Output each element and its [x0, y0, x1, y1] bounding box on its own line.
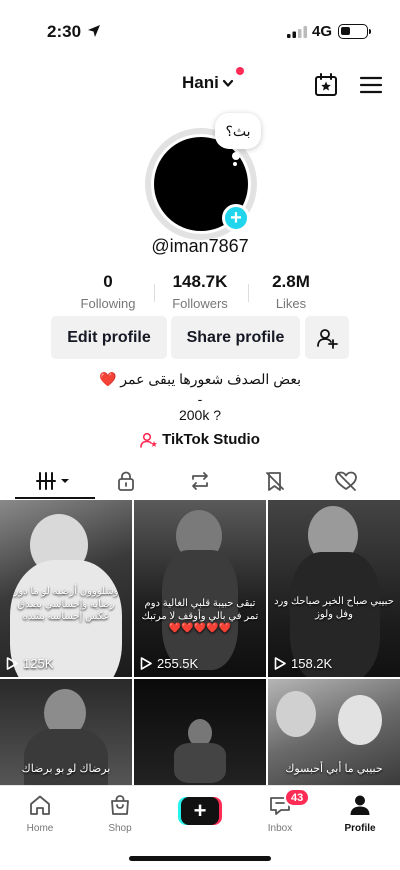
menu-icon[interactable] — [358, 72, 384, 98]
notification-dot — [235, 67, 244, 75]
profile-handle: @iman7867 — [151, 236, 249, 256]
tab-liked[interactable] — [322, 466, 372, 499]
plus-icon: + — [181, 797, 219, 825]
stat-likes[interactable]: 2.8M Likes — [246, 272, 336, 311]
nav-home-label: Home — [26, 823, 54, 834]
network-type: 4G — [312, 23, 333, 40]
signal-icon — [287, 26, 307, 38]
video-caption: وشلووون أرضيه لو ما دور رضايه وإحساسي بص… — [13, 586, 119, 622]
profile-header: Hani — [0, 62, 400, 108]
stat-following-label: Following — [80, 296, 136, 311]
video-thumbnail[interactable]: وشلووون أرضيه لو ما دور رضايه وإحساسي بص… — [0, 500, 132, 677]
nav-profile[interactable]: Profile — [328, 794, 392, 834]
bubble-tail — [232, 152, 240, 160]
edit-profile-button[interactable]: Edit profile — [51, 316, 167, 359]
hidden-heart-icon — [335, 471, 357, 491]
stat-followers[interactable]: 148.7K Followers — [155, 272, 245, 311]
shopping-bag-icon — [111, 795, 129, 815]
profile-icon — [350, 795, 370, 815]
share-profile-label: Share profile — [186, 328, 285, 346]
nav-inbox-label: Inbox — [267, 823, 293, 834]
home-icon — [30, 795, 50, 815]
video-thumbnail[interactable]: حبيبي ما أبي أحبسوك — [268, 679, 400, 785]
create-button[interactable]: + — [178, 797, 222, 825]
lock-icon — [118, 471, 134, 491]
repost-icon — [192, 472, 208, 490]
play-icon — [140, 657, 152, 670]
note-bubble-text: بث؟ — [225, 122, 251, 139]
stat-followers-value: 148.7K — [172, 272, 228, 291]
video-views: 158.2K — [274, 656, 332, 671]
video-caption: برضاك لو بو برضاك — [21, 763, 111, 775]
add-user-icon — [317, 328, 338, 349]
studio-user-icon — [140, 432, 158, 448]
video-views: 255.5K — [140, 656, 198, 671]
video-caption: تبقى حبيبة قلبي الغالية دوم تمر في بالي … — [141, 598, 259, 634]
videos-grid-icon — [36, 472, 69, 490]
bubble-tail-small — [233, 162, 237, 166]
tiktok-studio-label: TikTok Studio — [162, 431, 260, 448]
account-switcher[interactable]: Hani — [182, 67, 244, 93]
video-thumbnail[interactable]: حبيبي صباح الخير صباحك ورد وفل ولوز 158.… — [268, 500, 400, 677]
profile-stats: 0 Following 148.7K Followers 2.8M Likes — [0, 272, 400, 312]
bio-line-3: 200k ? — [178, 407, 222, 423]
stat-following[interactable]: 0 Following — [63, 272, 153, 311]
nav-home[interactable]: Home — [8, 794, 72, 834]
home-indicator — [129, 856, 271, 861]
note-bubble[interactable]: بث؟ — [215, 113, 261, 149]
stat-likes-label: Likes — [275, 296, 307, 311]
stat-followers-label: Followers — [172, 296, 228, 311]
stat-following-value: 0 — [103, 272, 113, 291]
inbox-badge: 43 — [284, 788, 311, 807]
header-username: Hani — [182, 73, 219, 92]
tab-favorites[interactable] — [250, 466, 300, 499]
video-views-count: 125K — [23, 656, 54, 671]
play-icon — [274, 657, 286, 670]
video-thumbnail[interactable] — [134, 679, 266, 785]
tab-active-indicator — [15, 497, 95, 499]
stat-likes-value: 2.8M — [272, 272, 310, 291]
nav-profile-label: Profile — [344, 823, 376, 834]
tab-private[interactable] — [101, 466, 151, 499]
location-arrow-icon — [88, 25, 100, 37]
bio-line-2: - — [197, 391, 203, 407]
add-friends-button[interactable] — [305, 316, 349, 359]
status-bar: 2:30 4G — [0, 0, 400, 62]
nav-inbox[interactable]: Inbox 43 — [248, 788, 312, 834]
hidden-bookmark-icon — [266, 472, 284, 491]
chevron-down-icon — [222, 79, 233, 87]
calendar-star-icon[interactable] — [313, 72, 339, 98]
status-time: 2:30 — [47, 22, 82, 41]
profile-tabs — [0, 466, 400, 499]
video-views-count: 255.5K — [157, 656, 199, 671]
tab-videos[interactable] — [30, 466, 80, 499]
video-thumbnail[interactable]: تبقى حبيبة قلبي الغالية دوم تمر في بالي … — [134, 500, 266, 677]
video-views: 125K — [6, 656, 53, 671]
add-photo-plus-icon[interactable]: + — [222, 204, 250, 232]
share-profile-button[interactable]: Share profile — [171, 316, 300, 359]
nav-shop-label: Shop — [108, 823, 132, 834]
battery-icon — [338, 24, 371, 39]
tiktok-studio-link[interactable]: TikTok Studio — [0, 431, 400, 448]
edit-profile-label: Edit profile — [67, 328, 151, 346]
video-caption: حبيبي ما أبي أحبسوك — [285, 763, 383, 775]
bio-line-1: بعض الصدف شعورها يبقى عمر ❤️ — [98, 371, 301, 387]
video-caption: حبيبي صباح الخير صباحك ورد وفل ولوز — [274, 596, 394, 620]
nav-shop[interactable]: Shop — [88, 794, 152, 834]
video-views-count: 158.2K — [291, 656, 333, 671]
video-thumbnail[interactable]: برضاك لو بو برضاك — [0, 679, 132, 785]
tab-reposts[interactable] — [175, 466, 225, 499]
play-icon — [6, 657, 18, 670]
